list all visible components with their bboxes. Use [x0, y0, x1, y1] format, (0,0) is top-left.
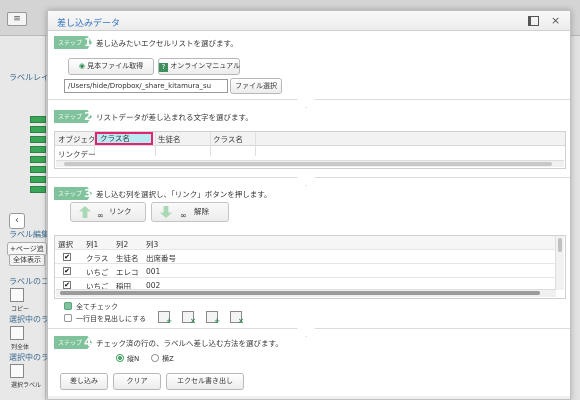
target-text-table: オブジェク クラス名 生徒名 クラス名 リンクデー	[54, 131, 566, 169]
first-row-header-option[interactable]: 一行目を見出しにする	[64, 314, 146, 324]
copy-tool-icon[interactable]	[10, 288, 24, 302]
unlink-button[interactable]: ∞ 解除	[151, 202, 229, 222]
column-header[interactable]: クラス名	[213, 134, 243, 145]
arrow-up-icon	[79, 206, 91, 218]
radio-vertical-label: 縦N	[127, 355, 140, 363]
table-cell: 出席番号	[146, 254, 176, 263]
vertical-scrollbar[interactable]	[555, 236, 564, 290]
table-row[interactable]: ✔ いちご エレコ 001	[55, 264, 555, 278]
selected-label-tool-icon[interactable]	[10, 364, 24, 378]
first-row-header-checkbox[interactable]	[64, 314, 72, 322]
row-checkbox[interactable]: ✔	[63, 267, 71, 275]
add-column-icon[interactable]: +	[206, 311, 220, 325]
step4-badge: ステップ 4	[54, 336, 92, 349]
table-cell: いちご	[86, 268, 109, 277]
dock-icon[interactable]	[528, 16, 539, 26]
section-separator	[48, 99, 570, 107]
horizontal-scrollbar[interactable]	[56, 160, 564, 167]
file-path-field[interactable]: /Users/hide/Dropbox/_share_kitamura_su	[64, 79, 228, 93]
row-checkbox[interactable]: ✔	[63, 281, 71, 289]
add-row-icon[interactable]: +	[158, 311, 172, 325]
column-tool-label: 列全体	[11, 344, 30, 351]
column-header: 選択	[58, 240, 73, 249]
column-header: 列3	[146, 240, 159, 249]
menu-icon[interactable]: ≡	[7, 12, 27, 26]
link-button[interactable]: ∞ リンク	[70, 202, 146, 222]
radio-horizontal-dot[interactable]	[151, 354, 159, 362]
arrow-down-icon	[160, 206, 172, 218]
table-cell: 001	[146, 267, 161, 276]
unlink-icon: ∞	[180, 211, 187, 220]
table-cell: クラス	[86, 254, 109, 263]
radio-vertical-dot[interactable]	[116, 354, 124, 362]
table-header: 選択 列1 列2 列3	[55, 236, 555, 250]
merge-data-dialog: 差し込みデータ × ステップ 1 差し込みたいエクセルリストを選びます。 ◉ 見本…	[47, 10, 571, 400]
column-header-selected[interactable]: クラス名	[95, 132, 153, 145]
dialog-titlebar: 差し込みデータ ×	[48, 11, 570, 31]
row-checkbox[interactable]: ✔	[63, 253, 71, 261]
globe-icon: ◉	[78, 62, 88, 70]
table-cell: エレコ	[116, 268, 139, 277]
copy-tool-label: コピー	[11, 306, 30, 313]
step2-instruction: リストデータが差し込まれる文字を選びます。	[96, 113, 253, 122]
step1-instruction: 差し込みたいエクセルリストを選びます。	[96, 39, 238, 48]
radio-vertical[interactable]: 縦N	[116, 354, 139, 364]
step2-badge: ステップ 2	[54, 110, 92, 123]
table-row[interactable]: ✔ クラス 生徒名 出席番号	[55, 250, 555, 264]
link-icon: ∞	[97, 211, 104, 220]
horizontal-scrollbar[interactable]	[56, 289, 556, 297]
insert-button[interactable]: 差し込み	[60, 373, 108, 390]
source-columns-table: 選択 列1 列2 列3 ✔ クラス 生徒名 出席番号 ✔ いちご エレコ 001…	[54, 235, 566, 299]
column-header: 列2	[116, 240, 129, 249]
dialog-title: 差し込みデータ	[57, 19, 121, 29]
sample-file-button[interactable]: ◉ 見本ファイル取得	[68, 58, 154, 75]
column-header[interactable]: 生徒名	[158, 134, 181, 145]
delete-column-icon[interactable]: ×	[230, 311, 244, 325]
export-excel-button[interactable]: エクセル書き出し	[166, 373, 244, 390]
step1-badge: ステップ 1	[54, 36, 92, 49]
section-separator	[48, 177, 570, 185]
close-button[interactable]: ×	[551, 14, 560, 27]
dialog-bottom-bar	[48, 396, 570, 399]
check-all-checkbox[interactable]	[64, 302, 72, 310]
column-tool-icon[interactable]	[10, 326, 24, 340]
step3-badge: ステップ 3	[54, 187, 92, 200]
radio-horizontal-label: 横Z	[162, 355, 174, 363]
table-cell[interactable]: リンクデー	[58, 149, 96, 160]
select-file-button[interactable]: ファイル選択	[230, 78, 282, 94]
section-separator	[48, 328, 570, 336]
online-manual-button[interactable]: ? オンラインマニュアル	[158, 58, 240, 75]
help-icon: ?	[159, 63, 168, 72]
delete-row-icon[interactable]: ×	[182, 311, 196, 325]
first-row-header-label: 一行目を見出しにする	[76, 315, 147, 323]
step3-instruction: 差し込む列を選択し、「リンク」ボタンを押します。	[96, 190, 272, 199]
column-header: オブジェク	[58, 135, 96, 144]
table-header: オブジェク クラス名 生徒名 クラス名	[55, 132, 565, 146]
left-sidebar: ラベルレイ ‹ +ページ追 ラベル編集 全体表示 ラベルのコピ コピー 選択中の…	[0, 36, 57, 400]
sidebar-title-label-layout: ラベルレイ	[9, 73, 49, 82]
column-header: 列1	[86, 240, 99, 249]
clear-button[interactable]: クリア	[113, 373, 161, 390]
check-all-label: 全てチェック	[76, 303, 118, 311]
all-display-button[interactable]: 全体表示	[9, 254, 45, 266]
sidebar-title-label-edit: ラベル編集	[9, 230, 49, 239]
selected-label-tool-label: 選択ラベル	[11, 382, 42, 389]
step4-instruction: チェック済の行の、ラベルへ差し込む方法を選びます。	[96, 339, 283, 348]
radio-horizontal[interactable]: 横Z	[151, 354, 174, 364]
label-thumbnail-stack	[30, 116, 46, 196]
table-cell: 生徒名	[116, 254, 139, 263]
back-button[interactable]: ‹	[9, 213, 25, 229]
check-all-option[interactable]: 全てチェック	[64, 302, 118, 312]
